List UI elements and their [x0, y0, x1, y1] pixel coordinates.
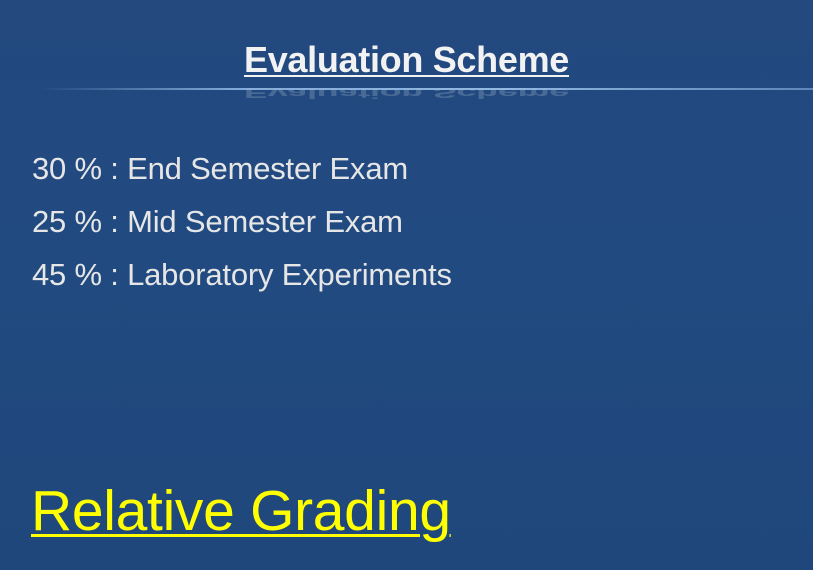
evaluation-item-end-semester: 30 % : End Semester Exam [32, 151, 408, 186]
evaluation-item-laboratory: 45 % : Laboratory Experiments [32, 257, 452, 292]
title-divider [40, 88, 813, 90]
slide: Evaluation Scheme Evaluation Scheme 30 %… [0, 0, 813, 570]
evaluation-list: 30 % : End Semester Exam 25 % : Mid Seme… [32, 142, 452, 301]
slide-title: Evaluation Scheme [243, 39, 570, 80]
relative-grading-heading: Relative Grading [31, 479, 451, 543]
title-reflection: Evaluation Scheme [243, 84, 570, 102]
evaluation-item-mid-semester: 25 % : Mid Semester Exam [32, 204, 403, 239]
